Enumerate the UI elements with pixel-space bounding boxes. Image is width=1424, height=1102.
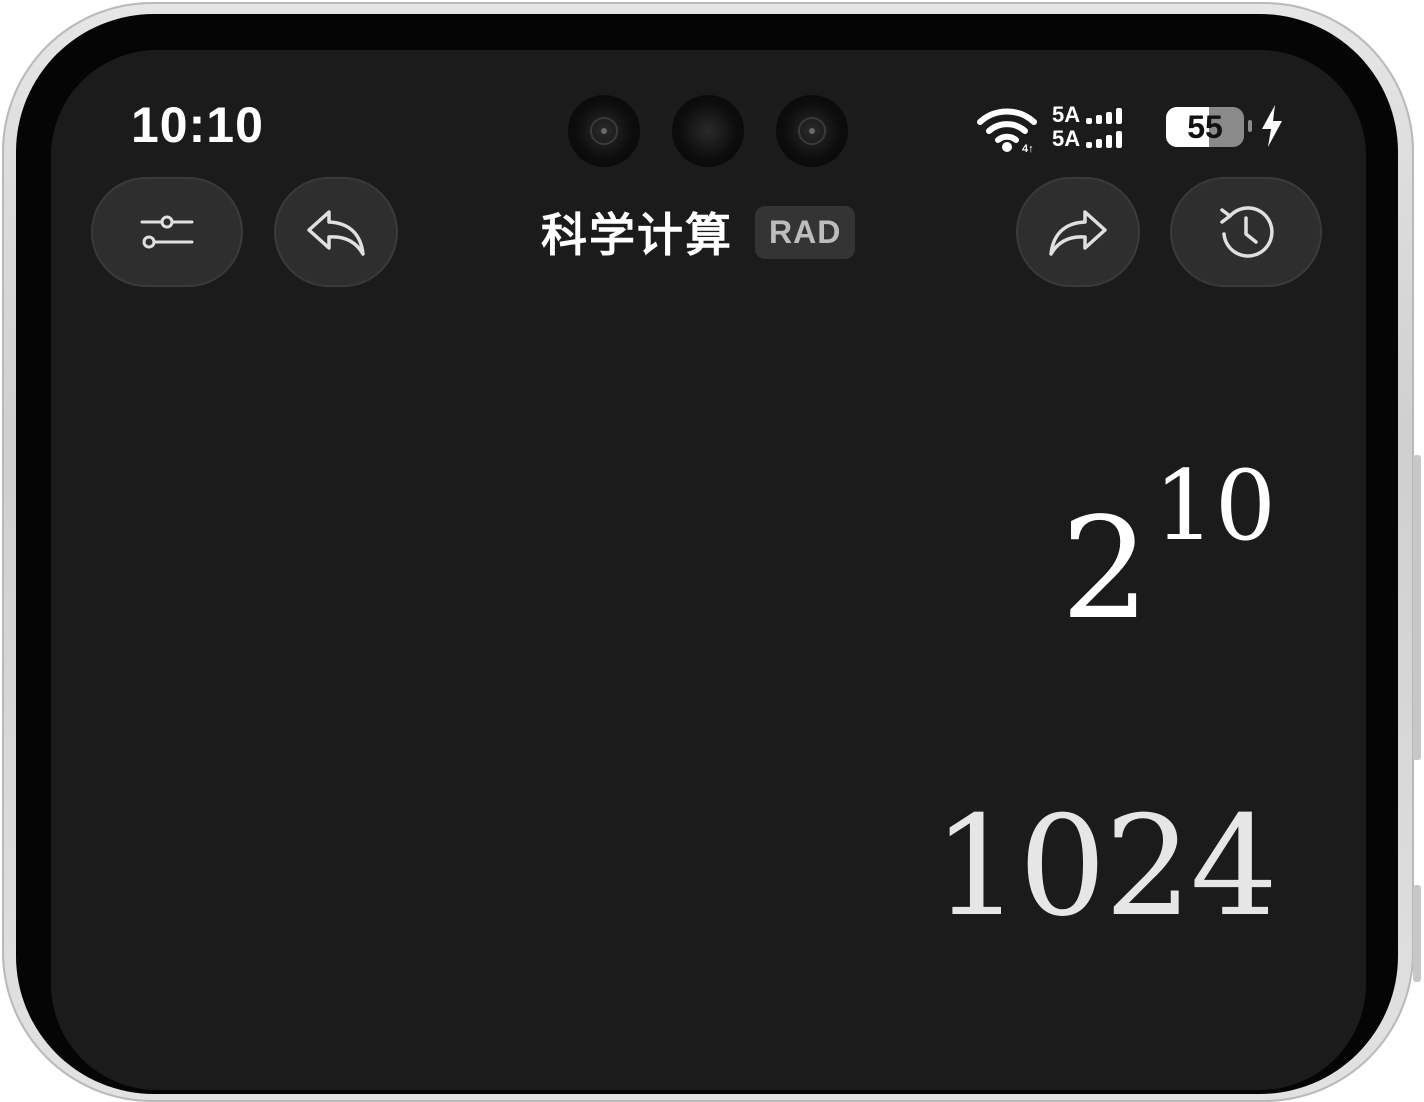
svg-text:4↑: 4↑ [1022, 143, 1034, 154]
expression-display: 210 [1061, 458, 1276, 640]
undo-icon [307, 210, 365, 256]
wifi-icon: 4↑ [977, 108, 1037, 154]
network-label-2: 5A [1052, 126, 1081, 151]
charging-bolt-icon [1262, 105, 1282, 147]
header: 科学计算 RAD [541, 200, 856, 264]
settings-button[interactable] [91, 177, 243, 287]
undo-button[interactable] [274, 177, 398, 287]
signal-bars-icon [1086, 108, 1122, 148]
status-icons: 4↑ 5A 5A 55 [976, 104, 1296, 154]
redo-button[interactable] [1016, 177, 1140, 287]
result-display: 1024 [932, 786, 1278, 947]
angle-mode-badge[interactable]: RAD [755, 205, 856, 259]
volume-button [1413, 455, 1421, 760]
battery-tip [1248, 120, 1252, 132]
expression-exponent: 10 [1153, 450, 1276, 562]
history-button[interactable] [1170, 177, 1322, 287]
front-camera-icon [672, 95, 744, 167]
power-button [1413, 885, 1421, 982]
battery-icon: 55 [1166, 107, 1244, 147]
battery-level: 55 [1187, 109, 1223, 145]
camera-lens-right-icon [776, 95, 848, 167]
settings-sliders-icon [140, 215, 194, 249]
camera-lens-left-icon [568, 95, 640, 167]
history-clock-icon [1220, 206, 1274, 258]
expression-base: 2 [1060, 488, 1150, 651]
redo-icon [1049, 210, 1107, 256]
screen: 10:10 4↑ 5A 5A 55 科学计算 RAD 210 1024 [51, 50, 1366, 1090]
page-title: 科学计算 [541, 208, 733, 262]
status-time: 10:10 [131, 97, 264, 153]
network-label-1: 5A [1052, 102, 1081, 127]
